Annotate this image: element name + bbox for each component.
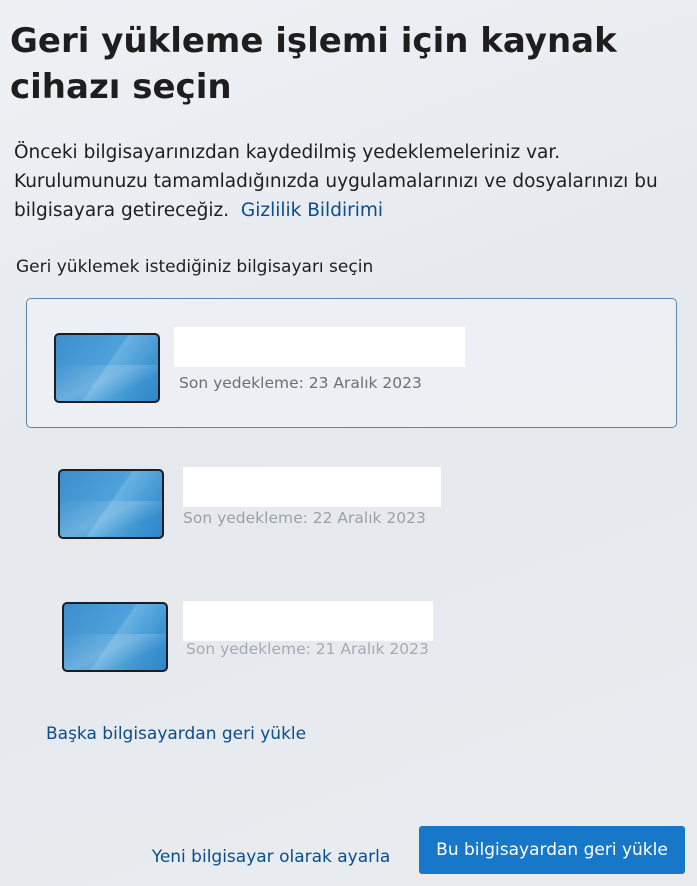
restore-from-this-pc-button[interactable]: Bu bilgisayardan geri yükle: [419, 826, 685, 874]
device-name-redacted: [183, 467, 441, 507]
device-list-heading: Geri yüklemek istediğiniz bilgisayarı se…: [16, 257, 374, 277]
laptop-screen-icon: [54, 333, 160, 403]
privacy-link[interactable]: Gizlilik Bildirimi: [241, 200, 383, 221]
setup-as-new-pc-button[interactable]: Yeni bilgisayar olarak ayarla: [140, 840, 402, 874]
device-name-redacted: [174, 327, 465, 367]
device-backup-date: Son yedekleme: 22 Aralık 2023: [183, 509, 426, 527]
device-option-3[interactable]: Son yedekleme: 21 Aralık 2023: [0, 0, 697, 886]
device-option-1[interactable]: Son yedekleme: 23 Aralık 2023: [26, 298, 677, 428]
restore-from-other-pc-link[interactable]: Başka bilgisayardan geri yükle: [46, 722, 306, 746]
device-name-redacted: [183, 601, 433, 641]
device-backup-date: Son yedekleme: 21 Aralık 2023: [186, 640, 429, 658]
page-title: Geri yükleme işlemi için kaynak cihazı s…: [10, 21, 617, 107]
laptop-screen-icon: [58, 469, 164, 539]
page-description: Önceki bilgisayarınızdan kaydedilmiş yed…: [14, 138, 690, 225]
device-backup-date: Son yedekleme: 23 Aralık 2023: [179, 374, 422, 392]
device-option-2[interactable]: Son yedekleme: 22 Aralık 2023: [0, 0, 697, 886]
restore-source-page: Geri yükleme işlemi için kaynak cihazı s…: [0, 0, 697, 886]
laptop-screen-icon: [62, 602, 168, 672]
